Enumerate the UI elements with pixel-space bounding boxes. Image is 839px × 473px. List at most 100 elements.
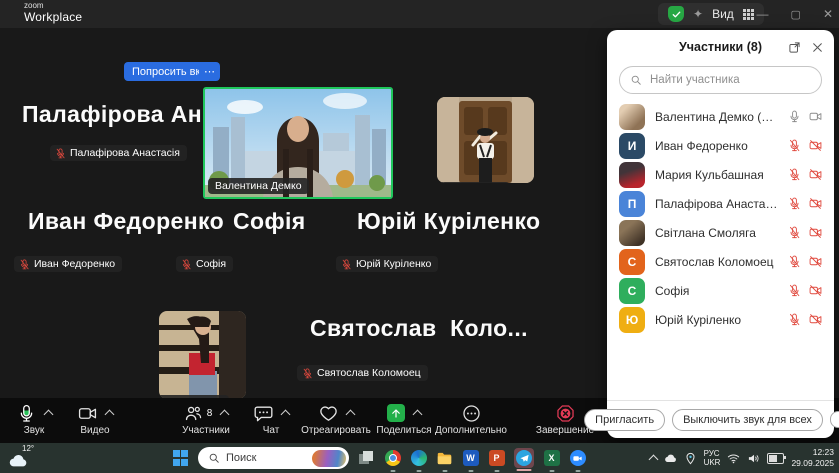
mic-on-icon[interactable]: [788, 110, 801, 123]
camera-off-icon[interactable]: [809, 226, 822, 239]
mic-off-icon[interactable]: [788, 168, 801, 181]
avatar-valentyna: [619, 104, 645, 130]
volume-icon[interactable]: [747, 452, 760, 465]
participant-name: Мария Кульбашная: [655, 168, 778, 182]
ai-companion-icon[interactable]: ✦: [693, 8, 703, 20]
participant-name: Світлана Смоляга: [655, 226, 778, 240]
photo-tile-maria[interactable]: Мария Кульбашная: [159, 311, 246, 399]
react-options-chevron[interactable]: [345, 410, 355, 420]
tile-more-button[interactable]: ⋯: [199, 62, 220, 81]
participant-row-valentyna[interactable]: Валентина Демко (Организатор, я): [607, 102, 834, 131]
language-indicator[interactable]: РУС UKR: [704, 449, 721, 467]
edge-app-button[interactable]: [410, 450, 427, 467]
minimize-button[interactable]: —: [757, 7, 769, 21]
participant-row-ivan[interactable]: И Иван Федоренко: [607, 131, 834, 160]
camera-off-icon[interactable]: [809, 168, 822, 181]
participant-row-yurii[interactable]: Ю Юрій Куріленко: [607, 305, 834, 334]
share-options-chevron[interactable]: [413, 410, 423, 420]
nameplate-yurii: Юрій Куріленко: [336, 256, 438, 272]
battery-icon[interactable]: [767, 453, 784, 464]
mic-off-icon[interactable]: [788, 197, 801, 210]
video-button[interactable]: Видео: [66, 402, 124, 436]
close-window-button[interactable]: ✕: [823, 7, 833, 21]
windows-logo-icon: [173, 450, 189, 466]
avatar-palafirova: П: [619, 191, 645, 217]
zoom-app-button[interactable]: [569, 450, 586, 467]
close-panel-icon[interactable]: [811, 41, 824, 54]
chat-button[interactable]: Чат: [248, 402, 294, 436]
powerpoint-app-button[interactable]: P: [488, 450, 505, 467]
telegram-app-button-active[interactable]: [514, 448, 534, 468]
word-app-button[interactable]: W: [462, 450, 479, 467]
camera-on-icon[interactable]: [809, 110, 822, 123]
participant-row-svitlana[interactable]: Світлана Смоляга: [607, 218, 834, 247]
participant-search[interactable]: [619, 66, 822, 94]
taskbar-weather-widget[interactable]: 12°: [8, 445, 38, 471]
participants-options-chevron[interactable]: [220, 410, 230, 420]
mic-off-icon[interactable]: [788, 255, 801, 268]
time: 12:23: [791, 447, 834, 458]
taskbar-clock[interactable]: 12:23 29.09.2025: [791, 447, 834, 468]
invite-button[interactable]: Пригласить: [584, 409, 665, 431]
participant-row-sviatoslav[interactable]: С Святослав Коломоец: [607, 247, 834, 276]
excel-app-button[interactable]: X: [543, 450, 560, 467]
mute-all-button[interactable]: Выключить звук для всех: [672, 409, 823, 431]
participant-row-palafirova[interactable]: П Палафірова Анастасія: [607, 189, 834, 218]
audio-button[interactable]: Звук: [8, 402, 60, 436]
mic-off-icon[interactable]: [788, 226, 801, 239]
panel-more-button[interactable]: ⋯: [830, 411, 839, 428]
start-button[interactable]: [172, 450, 189, 467]
weather-cloud-icon: [8, 451, 28, 471]
camera-off-icon[interactable]: [809, 197, 822, 210]
camera-off-icon[interactable]: [809, 284, 822, 297]
popout-panel-icon[interactable]: [788, 41, 801, 54]
participant-row-sofiia[interactable]: С Софія: [607, 276, 834, 305]
nameplate-ivan: Иван Федоренко: [14, 256, 122, 272]
app-titlebar: zoom Workplace ✦ Вид — ▢ ✕: [0, 0, 839, 28]
weather-temperature: 12°: [22, 444, 34, 453]
file-explorer-button[interactable]: [436, 450, 453, 467]
chat-options-chevron[interactable]: [280, 410, 290, 420]
participants-button[interactable]: 8 Участники: [168, 402, 244, 436]
participants-panel-title: Участники (8): [679, 40, 762, 54]
participants-count: 8: [207, 408, 213, 419]
taskbar-search-placeholder: Поиск: [226, 452, 306, 464]
location-in-use-icon[interactable]: [684, 452, 697, 465]
camera-off-icon[interactable]: [809, 255, 822, 268]
camera-off-icon[interactable]: [809, 139, 822, 152]
date: 29.09.2025: [791, 458, 834, 469]
mic-off-icon[interactable]: [788, 313, 801, 326]
video-tile-valentyna[interactable]: Валентина Демко: [203, 87, 393, 199]
video-options-chevron[interactable]: [104, 410, 114, 420]
nameplate-svitlana: Світлана Смоляга: [437, 182, 510, 183]
participant-search-input[interactable]: [648, 73, 811, 87]
photo-tile-svitlana[interactable]: Світлана Смоляга: [437, 97, 534, 183]
participant-row-maria[interactable]: Мария Кульбашная: [607, 160, 834, 189]
titlebar-controls-pill: ✦ Вид: [658, 3, 764, 25]
tray-overflow-chevron[interactable]: [648, 455, 658, 465]
camera-off-icon[interactable]: [809, 313, 822, 326]
chrome-app-button[interactable]: [384, 450, 401, 467]
mic-off-icon: [19, 259, 30, 270]
nameplate-sviatoslav: Святослав Коломоец: [297, 365, 428, 381]
chrome-icon: [385, 450, 401, 466]
audio-options-chevron[interactable]: [43, 410, 53, 420]
camera-icon: [78, 404, 97, 423]
mic-off-icon[interactable]: [788, 284, 801, 297]
taskbar-search[interactable]: Поиск: [198, 447, 349, 469]
view-grid-icon[interactable]: [743, 9, 754, 20]
mic-off-icon[interactable]: [788, 139, 801, 152]
view-button[interactable]: Вид: [712, 7, 734, 21]
maximize-button[interactable]: ▢: [791, 8, 801, 21]
react-button[interactable]: Отреагировать: [298, 402, 374, 436]
task-view-button[interactable]: [358, 450, 375, 467]
tile-name-sofiia: Софія: [233, 208, 306, 235]
wifi-icon[interactable]: [727, 452, 740, 465]
meeting-security-shield-icon[interactable]: [668, 6, 684, 22]
nameplate-valentyna: Валентина Демко: [208, 178, 309, 194]
more-button[interactable]: Дополнительно: [434, 402, 508, 436]
search-highlight-image[interactable]: [312, 450, 346, 467]
nameplate-palafirova: Палафірова Анастасія: [50, 145, 187, 161]
onedrive-cloud-icon[interactable]: [664, 452, 677, 465]
share-screen-button[interactable]: Поделиться: [372, 402, 436, 436]
